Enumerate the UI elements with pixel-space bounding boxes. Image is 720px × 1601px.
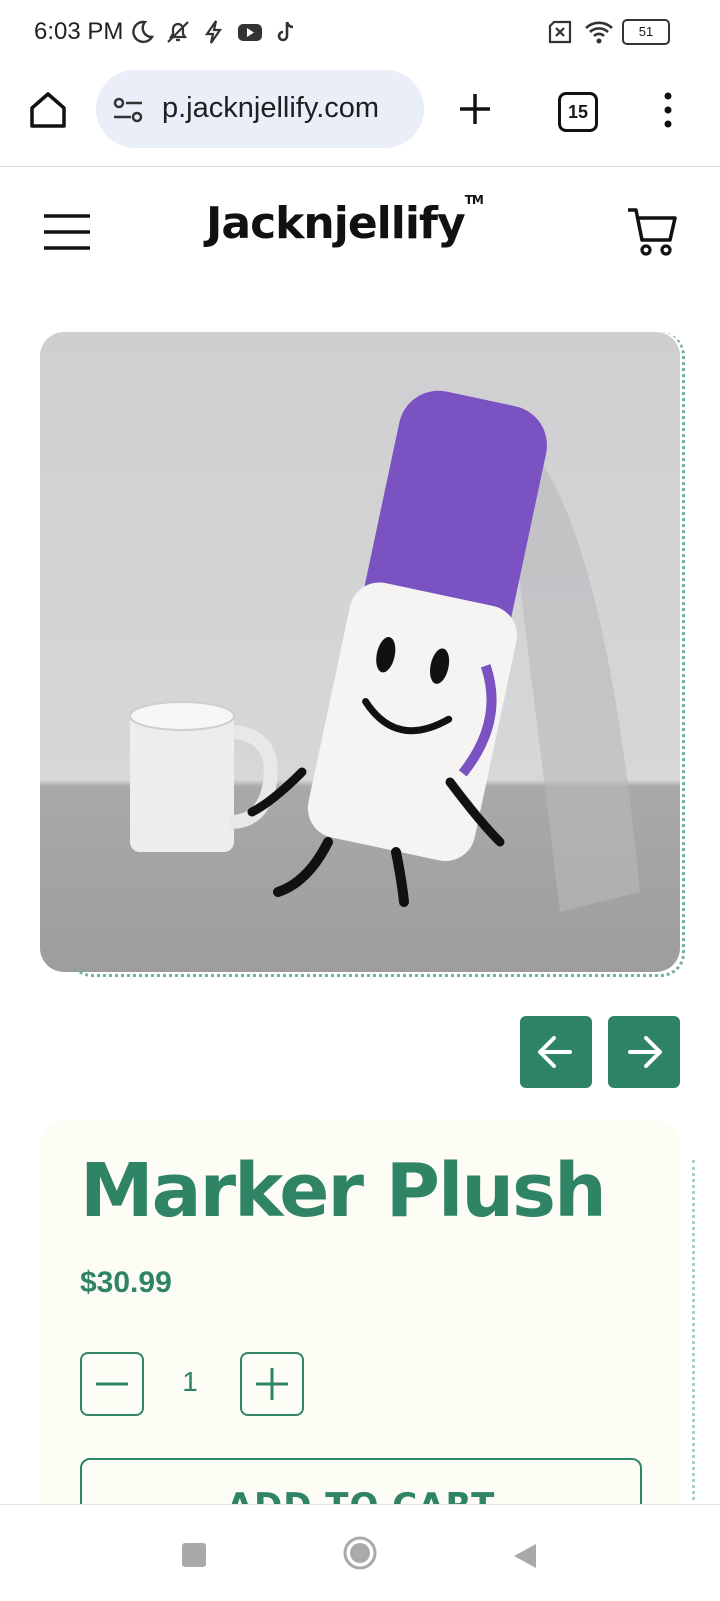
minus-icon	[96, 1382, 128, 1386]
status-bar: 6:03 PM 51	[0, 0, 720, 68]
battery-icon: 51	[622, 19, 670, 45]
info-dotted-border	[690, 1160, 695, 1500]
previous-image-button[interactable]	[520, 1016, 592, 1088]
bell-off-icon	[164, 18, 192, 46]
system-navigation-bar	[0, 1504, 720, 1601]
plus-icon	[256, 1368, 288, 1400]
browser-toolbar: p.jacknjellify.com 15	[0, 68, 720, 167]
moon-icon	[128, 18, 156, 46]
quantity-decrease-button[interactable]	[80, 1352, 144, 1416]
url-text[interactable]: p.jacknjellify.com	[162, 92, 412, 125]
quantity-increase-button[interactable]	[240, 1352, 304, 1416]
tiktok-icon	[272, 18, 300, 46]
arrow-right-icon	[628, 1036, 662, 1068]
home-button[interactable]	[342, 1535, 378, 1571]
tab-switcher-button[interactable]: 15	[558, 92, 598, 132]
logo-tm: TM	[464, 193, 484, 208]
product-title: Marker Plush	[80, 1148, 607, 1234]
wifi-icon	[584, 18, 613, 46]
flash-icon	[200, 18, 228, 46]
status-icons-left	[128, 18, 300, 46]
product-image[interactable]	[40, 332, 680, 972]
site-header: JacknjellifyTM	[0, 166, 720, 296]
address-bar[interactable]: p.jacknjellify.com	[96, 70, 424, 148]
recents-button[interactable]	[182, 1543, 206, 1567]
arrow-left-icon	[538, 1036, 572, 1068]
site-settings-icon[interactable]	[112, 94, 146, 126]
more-menu-icon[interactable]	[658, 90, 678, 130]
home-icon[interactable]	[26, 88, 70, 132]
site-logo[interactable]: JacknjellifyTM	[206, 193, 484, 249]
next-image-button[interactable]	[608, 1016, 680, 1088]
cart-icon[interactable]	[626, 204, 678, 258]
quantity-value[interactable]: 1	[175, 1366, 205, 1398]
marker-plush-illustration	[129, 390, 640, 912]
status-time: 6:03 PM	[34, 18, 124, 45]
logo-text: Jacknjellify	[206, 198, 466, 249]
hamburger-menu-icon[interactable]	[42, 212, 92, 252]
sim-off-icon	[546, 18, 574, 46]
product-price: $30.99	[80, 1266, 172, 1299]
youtube-icon	[236, 18, 264, 46]
back-button[interactable]	[510, 1541, 540, 1571]
status-icons-right: 51	[546, 18, 670, 46]
new-tab-icon[interactable]	[452, 86, 498, 132]
